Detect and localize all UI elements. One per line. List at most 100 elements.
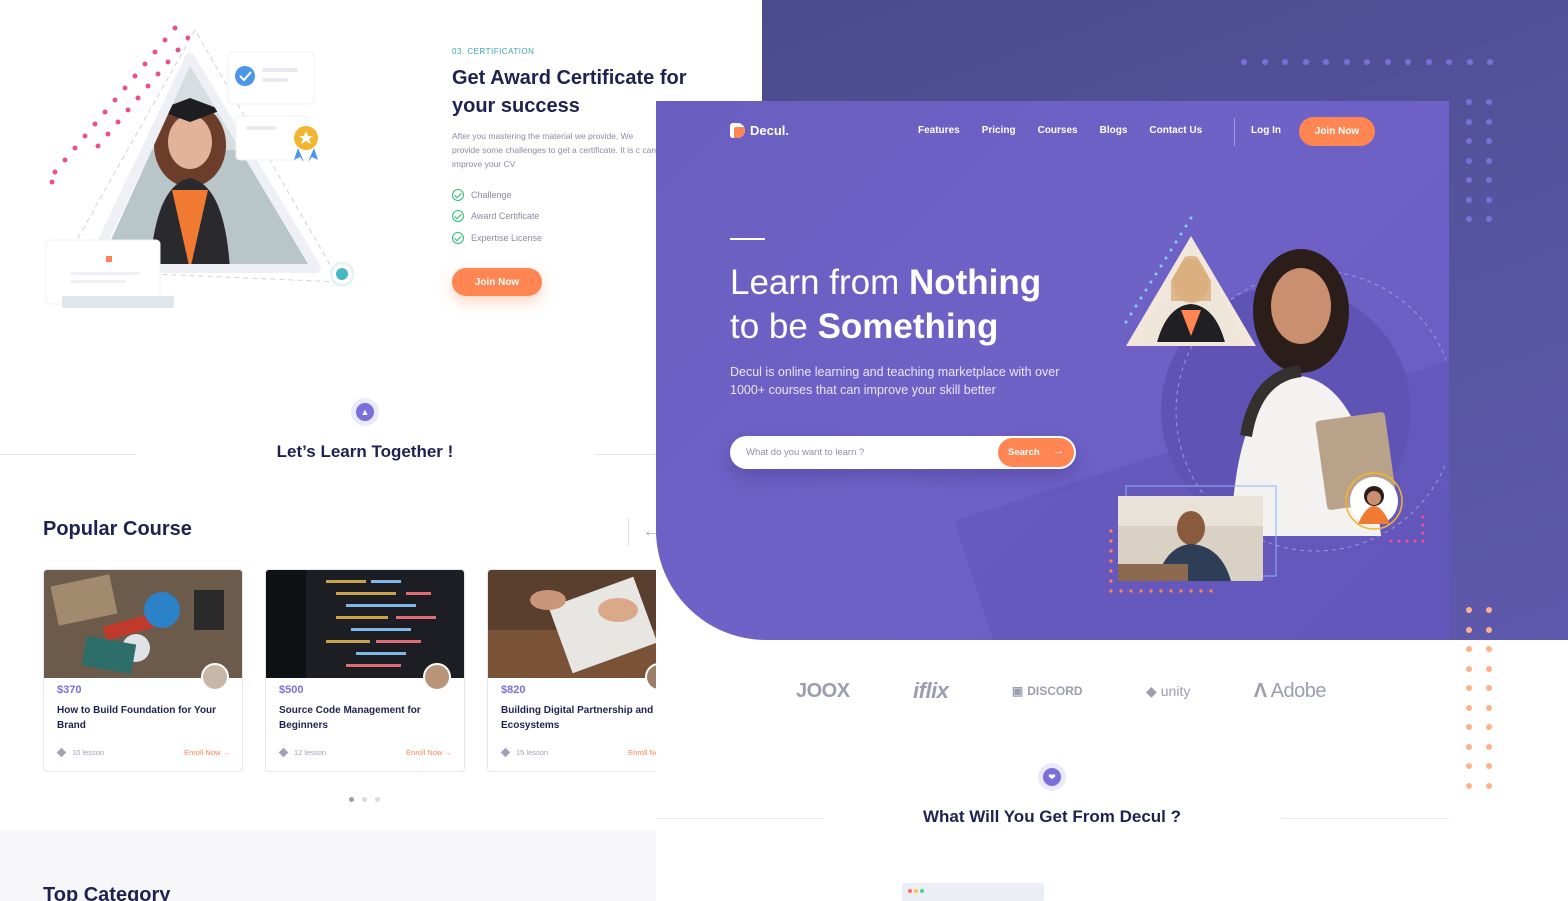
decorative-dot xyxy=(1466,59,1473,65)
decorative-dot xyxy=(1486,724,1492,730)
avatar xyxy=(201,663,229,691)
decorative-dot xyxy=(1466,665,1472,672)
brand-logo-unity: ◆ unity xyxy=(1145,682,1191,700)
certificate-checklist: Challenge Award Certificate Expertise Li… xyxy=(452,184,542,249)
nav-pricing[interactable]: Pricing xyxy=(982,125,1016,136)
course-thumbnail xyxy=(44,570,242,678)
what-you-get-title: What Will You Get From Decul ? xyxy=(922,807,1181,826)
course-title[interactable]: Building Digital Partnership and Ecosyst… xyxy=(501,703,681,733)
layers-icon xyxy=(56,747,67,758)
brand-logo-discord: ▣ DISCORD xyxy=(1011,684,1083,698)
carousel-dot[interactable] xyxy=(375,797,380,802)
discord-icon: ▣ xyxy=(1011,684,1024,698)
divider xyxy=(1281,818,1449,819)
decorative-dot xyxy=(1466,782,1472,789)
decorative-dot xyxy=(1466,763,1472,769)
brand-logo-joox: JOOX xyxy=(796,679,850,702)
decorative-dot xyxy=(1466,138,1472,144)
course-price: $370 xyxy=(57,684,82,696)
enroll-now-link[interactable]: Enroll Now → xyxy=(184,748,230,757)
hand-heart-icon: ❤ xyxy=(1038,763,1066,791)
carousel-dot[interactable] xyxy=(349,797,354,802)
nav-courses[interactable]: Courses xyxy=(1038,125,1078,136)
decorative-dot xyxy=(1466,177,1472,183)
carousel-dot[interactable] xyxy=(362,797,367,802)
decorative-dot xyxy=(1487,59,1493,65)
certificate-join-button[interactable]: Join Now xyxy=(452,268,542,296)
decorative-dot xyxy=(1405,59,1411,65)
decorative-dot xyxy=(1466,157,1472,164)
unity-icon: ◆ xyxy=(1145,682,1157,699)
hero-description: Decul is online learning and teaching ma… xyxy=(730,365,1060,397)
decorative-dot xyxy=(1466,646,1472,652)
checklist-item: Expertise License xyxy=(452,227,542,249)
decorative-dot-column xyxy=(1466,99,1492,222)
check-circle-icon xyxy=(452,231,464,244)
decorative-dot xyxy=(1466,99,1472,105)
nav-features[interactable]: Features xyxy=(918,125,960,136)
nav-contact-us[interactable]: Contact Us xyxy=(1149,125,1202,136)
decorative-dot xyxy=(1446,59,1452,65)
decorative-dot xyxy=(1425,59,1432,65)
partner-logos: JOOX iflix ▣ DISCORD ◆ unity Λ Adobe xyxy=(796,674,1326,708)
course-title[interactable]: Source Code Management for Beginners xyxy=(279,703,459,733)
course-thumbnail xyxy=(266,570,464,678)
check-circle-icon xyxy=(452,210,464,223)
decorative-dot-column-orange xyxy=(1466,607,1492,789)
course-title[interactable]: How to Build Foundation for Your Brand xyxy=(57,703,237,733)
decorative-dot xyxy=(1282,59,1288,65)
decorative-dot xyxy=(1486,607,1492,613)
decorative-dot xyxy=(1466,607,1472,613)
top-category-title: Top Category xyxy=(43,884,171,901)
enroll-now-link[interactable]: Enroll Now → xyxy=(406,748,452,757)
decorative-dot xyxy=(1466,685,1472,691)
decorative-dot xyxy=(1486,177,1492,183)
join-now-button[interactable]: Join Now xyxy=(1299,117,1375,146)
divider xyxy=(656,818,824,819)
decorative-dot xyxy=(1486,665,1492,672)
decorative-dot xyxy=(1486,743,1492,750)
decorative-dot xyxy=(1466,704,1472,711)
decorative-dot xyxy=(1261,59,1268,65)
certificate-illustration xyxy=(45,25,355,308)
layers-icon xyxy=(278,747,289,758)
nav-divider xyxy=(1234,118,1235,146)
login-link[interactable]: Log In xyxy=(1251,125,1281,136)
decorative-dot xyxy=(1486,138,1492,144)
decorative-dot xyxy=(1364,59,1370,65)
search-button[interactable]: Search → xyxy=(998,438,1074,467)
landing-page-preview: Decul. Features Pricing Courses Blogs Co… xyxy=(656,101,1449,901)
avatar xyxy=(423,663,451,691)
course-search-bar: Search → xyxy=(730,436,1076,469)
course-card[interactable]: $500 Source Code Management for Beginner… xyxy=(265,569,465,772)
decorative-dot xyxy=(1466,626,1472,633)
lesson-count: 15 lesson xyxy=(500,747,548,758)
decorative-dot xyxy=(1486,118,1492,125)
decorative-dot xyxy=(1486,646,1492,652)
decorative-dot xyxy=(1486,763,1492,769)
brand-logo[interactable]: Decul. xyxy=(730,123,789,138)
decorative-dot xyxy=(1486,626,1492,633)
hero-illustration xyxy=(1109,216,1446,593)
arrow-left-icon[interactable]: ← xyxy=(628,518,659,546)
nav-blogs[interactable]: Blogs xyxy=(1100,125,1128,136)
decorative-dot xyxy=(1241,59,1247,65)
divider xyxy=(0,454,136,455)
popular-course-title: Popular Course xyxy=(43,518,192,540)
decorative-dot xyxy=(1486,704,1492,711)
decorative-dot xyxy=(1466,216,1472,222)
decorative-dot xyxy=(1466,724,1472,730)
search-input[interactable] xyxy=(746,444,986,461)
section-eyebrow: 03. CERTIFICATION xyxy=(452,47,535,56)
decorative-dot xyxy=(1486,196,1492,203)
adobe-icon: Λ xyxy=(1253,679,1267,702)
lesson-count: 12 lesson xyxy=(278,747,326,758)
carousel-pagination xyxy=(349,797,380,802)
decorative-dot xyxy=(1486,685,1492,691)
lesson-count: 10 lesson xyxy=(56,747,104,758)
decorative-dot xyxy=(1466,743,1472,750)
graduation-cap-icon: ▲ xyxy=(351,398,379,426)
course-card[interactable]: $370 How to Build Foundation for Your Br… xyxy=(43,569,243,772)
decorative-dot xyxy=(1486,216,1492,222)
course-price: $820 xyxy=(501,684,526,696)
